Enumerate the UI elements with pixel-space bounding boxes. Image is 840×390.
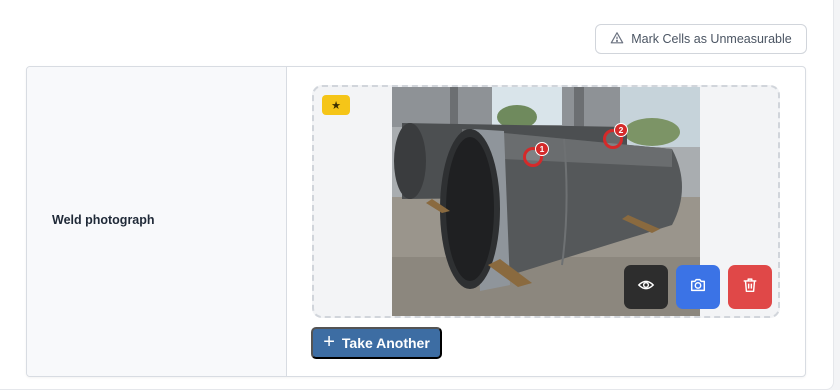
eye-icon bbox=[637, 276, 655, 299]
star-icon: ★ bbox=[322, 95, 350, 115]
delete-photo-button[interactable] bbox=[728, 265, 772, 309]
photo-dropzone[interactable]: ★ 1 2 bbox=[312, 85, 780, 318]
marker-number-1: 1 bbox=[535, 142, 549, 156]
retake-photo-button[interactable] bbox=[676, 265, 720, 309]
row-label: Weld photograph bbox=[52, 213, 155, 227]
take-another-label: Take Another bbox=[341, 335, 430, 351]
camera-icon bbox=[689, 276, 707, 299]
take-another-button[interactable]: + Take Another bbox=[311, 327, 442, 359]
marker-number-2: 2 bbox=[614, 123, 628, 137]
trash-icon bbox=[741, 276, 759, 299]
content-card: Mark Cells as Unmeasurable Weld photogra… bbox=[0, 0, 834, 390]
mark-unmeasurable-label: Mark Cells as Unmeasurable bbox=[631, 32, 792, 46]
warning-triangle-icon bbox=[610, 31, 624, 48]
star-badge-glyph: ★ bbox=[331, 99, 341, 112]
plus-icon: + bbox=[323, 331, 335, 353]
mark-unmeasurable-button[interactable]: Mark Cells as Unmeasurable bbox=[595, 24, 807, 54]
row-label-cell: Weld photograph bbox=[27, 67, 287, 376]
view-photo-button[interactable] bbox=[624, 265, 668, 309]
weld-photograph-row: Weld photograph ★ 1 2 + Take Another bbox=[26, 66, 806, 377]
